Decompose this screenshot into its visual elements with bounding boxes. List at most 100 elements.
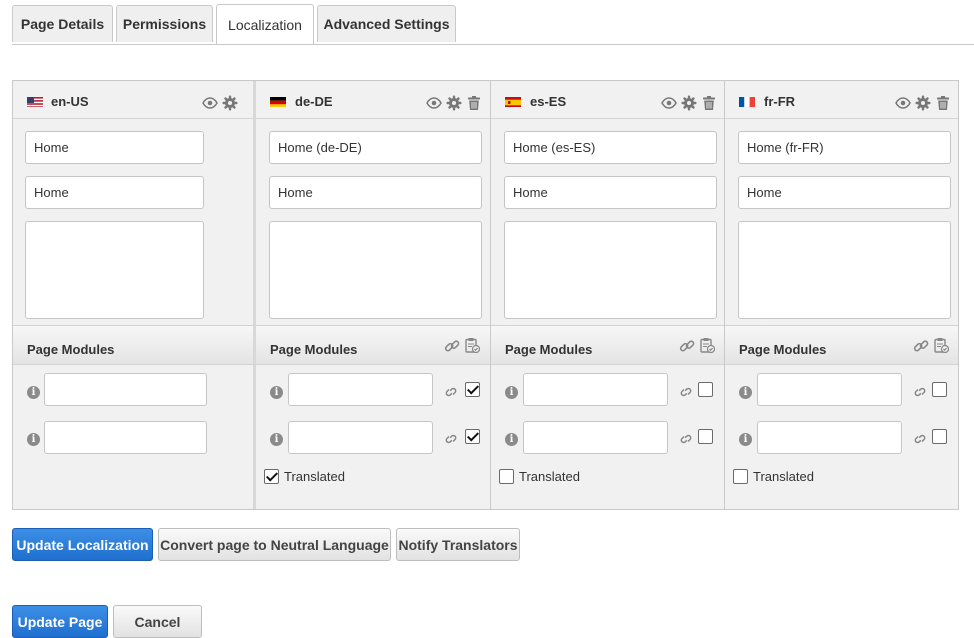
localization-grid: en-US Home Home Page Modules i i de-DE H…	[12, 80, 959, 510]
translated-label: Translated	[519, 469, 580, 484]
link-icon[interactable]	[913, 338, 929, 354]
info-icon: i	[739, 386, 752, 399]
page-modules-header: Page Modules	[13, 325, 256, 365]
unlink-icon[interactable]	[678, 431, 694, 447]
info-icon: i	[739, 433, 752, 446]
module-translated-checkbox[interactable]	[932, 429, 947, 444]
page-modules-header: Page Modules	[256, 325, 491, 365]
page-modules-heading: Page Modules	[270, 342, 358, 357]
tab-label: Advanced Settings	[323, 16, 450, 32]
page-title-field[interactable]: Home	[504, 176, 717, 209]
module-title-input[interactable]	[288, 373, 433, 406]
culture-header: es-ES	[491, 81, 724, 119]
culture-code: fr-FR	[764, 94, 796, 109]
tab-label: Localization	[228, 16, 302, 33]
gear-icon[interactable]	[222, 95, 238, 111]
unlink-icon[interactable]	[443, 384, 459, 400]
culture-code: es-ES	[530, 94, 567, 109]
page-name-field[interactable]: Home	[25, 131, 204, 164]
fr-flag-icon	[739, 96, 755, 107]
link-icon[interactable]	[679, 338, 695, 354]
update-localization-button[interactable]: Update Localization	[12, 528, 153, 561]
page-title-field[interactable]: Home	[25, 176, 204, 209]
module-title-input[interactable]	[523, 373, 668, 406]
module-translated-checkbox[interactable]	[932, 382, 947, 397]
module-title-input[interactable]	[44, 421, 207, 454]
page-description-textarea[interactable]	[738, 221, 951, 319]
update-page-button[interactable]: Update Page	[12, 605, 108, 638]
unlink-icon[interactable]	[443, 431, 459, 447]
module-translated-checkbox[interactable]	[698, 382, 713, 397]
module-title-input[interactable]	[523, 421, 668, 454]
page-modules-heading: Page Modules	[27, 342, 115, 357]
module-translated-checkbox[interactable]	[698, 429, 713, 444]
eye-icon[interactable]	[202, 95, 218, 111]
culture-header: en-US	[13, 81, 256, 119]
culture-code: de-DE	[295, 94, 333, 109]
info-icon: i	[505, 386, 518, 399]
unlink-icon[interactable]	[678, 384, 694, 400]
tab-label: Page Details	[20, 16, 105, 32]
tab-page-details[interactable]: Page Details	[12, 5, 113, 42]
clipboard-check-icon[interactable]	[464, 337, 481, 354]
gear-icon[interactable]	[915, 95, 931, 111]
culture-column-fr-fr: fr-FR Home (fr-FR) Home Page Modules i i…	[724, 81, 958, 509]
module-title-input[interactable]	[757, 373, 902, 406]
page-modules-heading: Page Modules	[739, 342, 827, 357]
gear-icon[interactable]	[446, 95, 462, 111]
page-title-field[interactable]: Home	[738, 176, 951, 209]
page-modules-heading: Page Modules	[505, 342, 593, 357]
tab-bar: Page Details Permissions Localization Ad…	[12, 4, 974, 45]
es-flag-icon	[505, 96, 521, 107]
translated-label: Translated	[284, 469, 345, 484]
page-description-textarea[interactable]	[504, 221, 717, 319]
module-title-input[interactable]	[44, 373, 207, 406]
eye-icon[interactable]	[426, 95, 442, 111]
tab-advanced-settings[interactable]: Advanced Settings	[317, 5, 456, 42]
us-flag-icon	[27, 96, 43, 107]
info-icon: i	[27, 386, 40, 399]
translated-label: Translated	[753, 469, 814, 484]
unlink-icon[interactable]	[912, 384, 928, 400]
clipboard-check-icon[interactable]	[699, 337, 716, 354]
unlink-icon[interactable]	[912, 431, 928, 447]
module-title-input[interactable]	[757, 421, 902, 454]
module-translated-checkbox[interactable]	[465, 429, 480, 444]
culture-column-es-es: es-ES Home (es-ES) Home Page Modules i i…	[490, 81, 724, 509]
page-translated-checkbox[interactable]	[499, 469, 514, 484]
culture-code: en-US	[51, 94, 89, 109]
trash-icon[interactable]	[701, 95, 717, 111]
eye-icon[interactable]	[895, 95, 911, 111]
module-translated-checkbox[interactable]	[465, 382, 480, 397]
page-translated-checkbox[interactable]	[733, 469, 748, 484]
notify-translators-button[interactable]: Notify Translators	[396, 528, 520, 561]
tab-permissions[interactable]: Permissions	[116, 5, 213, 42]
page-title-field[interactable]: Home	[269, 176, 482, 209]
gear-icon[interactable]	[681, 95, 697, 111]
trash-icon[interactable]	[935, 95, 951, 111]
culture-header: fr-FR	[725, 81, 958, 119]
tab-label: Permissions	[122, 16, 207, 32]
info-icon: i	[27, 433, 40, 446]
tab-localization[interactable]: Localization	[216, 4, 314, 44]
module-title-input[interactable]	[288, 421, 433, 454]
culture-column-en-us: en-US Home Home Page Modules i i	[13, 81, 256, 509]
info-icon: i	[270, 386, 283, 399]
page-name-field[interactable]: Home (fr-FR)	[738, 131, 951, 164]
clipboard-check-icon[interactable]	[933, 337, 950, 354]
link-icon[interactable]	[444, 338, 460, 354]
cancel-button[interactable]: Cancel	[113, 605, 202, 638]
page-name-field[interactable]: Home (es-ES)	[504, 131, 717, 164]
page-description-textarea[interactable]	[25, 221, 204, 319]
page-translated-checkbox[interactable]	[264, 469, 279, 484]
page-modules-header: Page Modules	[491, 325, 724, 365]
culture-column-de-de: de-DE Home (de-DE) Home Page Modules i i…	[253, 81, 491, 509]
page-description-textarea[interactable]	[269, 221, 482, 319]
page-modules-header: Page Modules	[725, 325, 958, 365]
page-name-field[interactable]: Home (de-DE)	[269, 131, 482, 164]
info-icon: i	[505, 433, 518, 446]
convert-neutral-language-button[interactable]: Convert page to Neutral Language	[158, 528, 391, 561]
trash-icon[interactable]	[466, 95, 482, 111]
culture-header: de-DE	[256, 81, 491, 119]
eye-icon[interactable]	[661, 95, 677, 111]
